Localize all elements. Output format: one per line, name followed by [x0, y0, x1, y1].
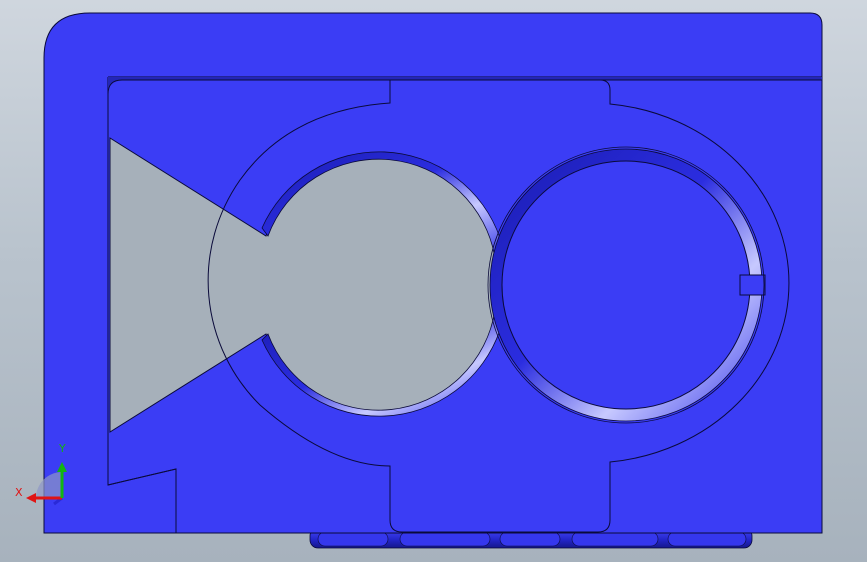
foot-2	[399, 531, 491, 547]
triad-plane-icon	[36, 472, 62, 498]
foot-5	[667, 531, 747, 547]
axis-y-head-icon	[57, 462, 67, 472]
model-view[interactable]	[0, 0, 867, 562]
axis-x-label: X	[15, 486, 23, 499]
coordinate-triad: Y X	[14, 440, 84, 510]
triad-graphic	[26, 462, 67, 506]
foot-1	[317, 531, 389, 547]
right-bore-face[interactable]	[501, 160, 751, 410]
foot-3	[499, 531, 561, 547]
foot-4	[571, 531, 659, 547]
axis-x-head-icon	[26, 493, 36, 503]
keyway-slot	[739, 274, 766, 296]
axis-y-label: Y	[59, 442, 66, 455]
graphics-viewport[interactable]: Y X	[0, 0, 867, 562]
